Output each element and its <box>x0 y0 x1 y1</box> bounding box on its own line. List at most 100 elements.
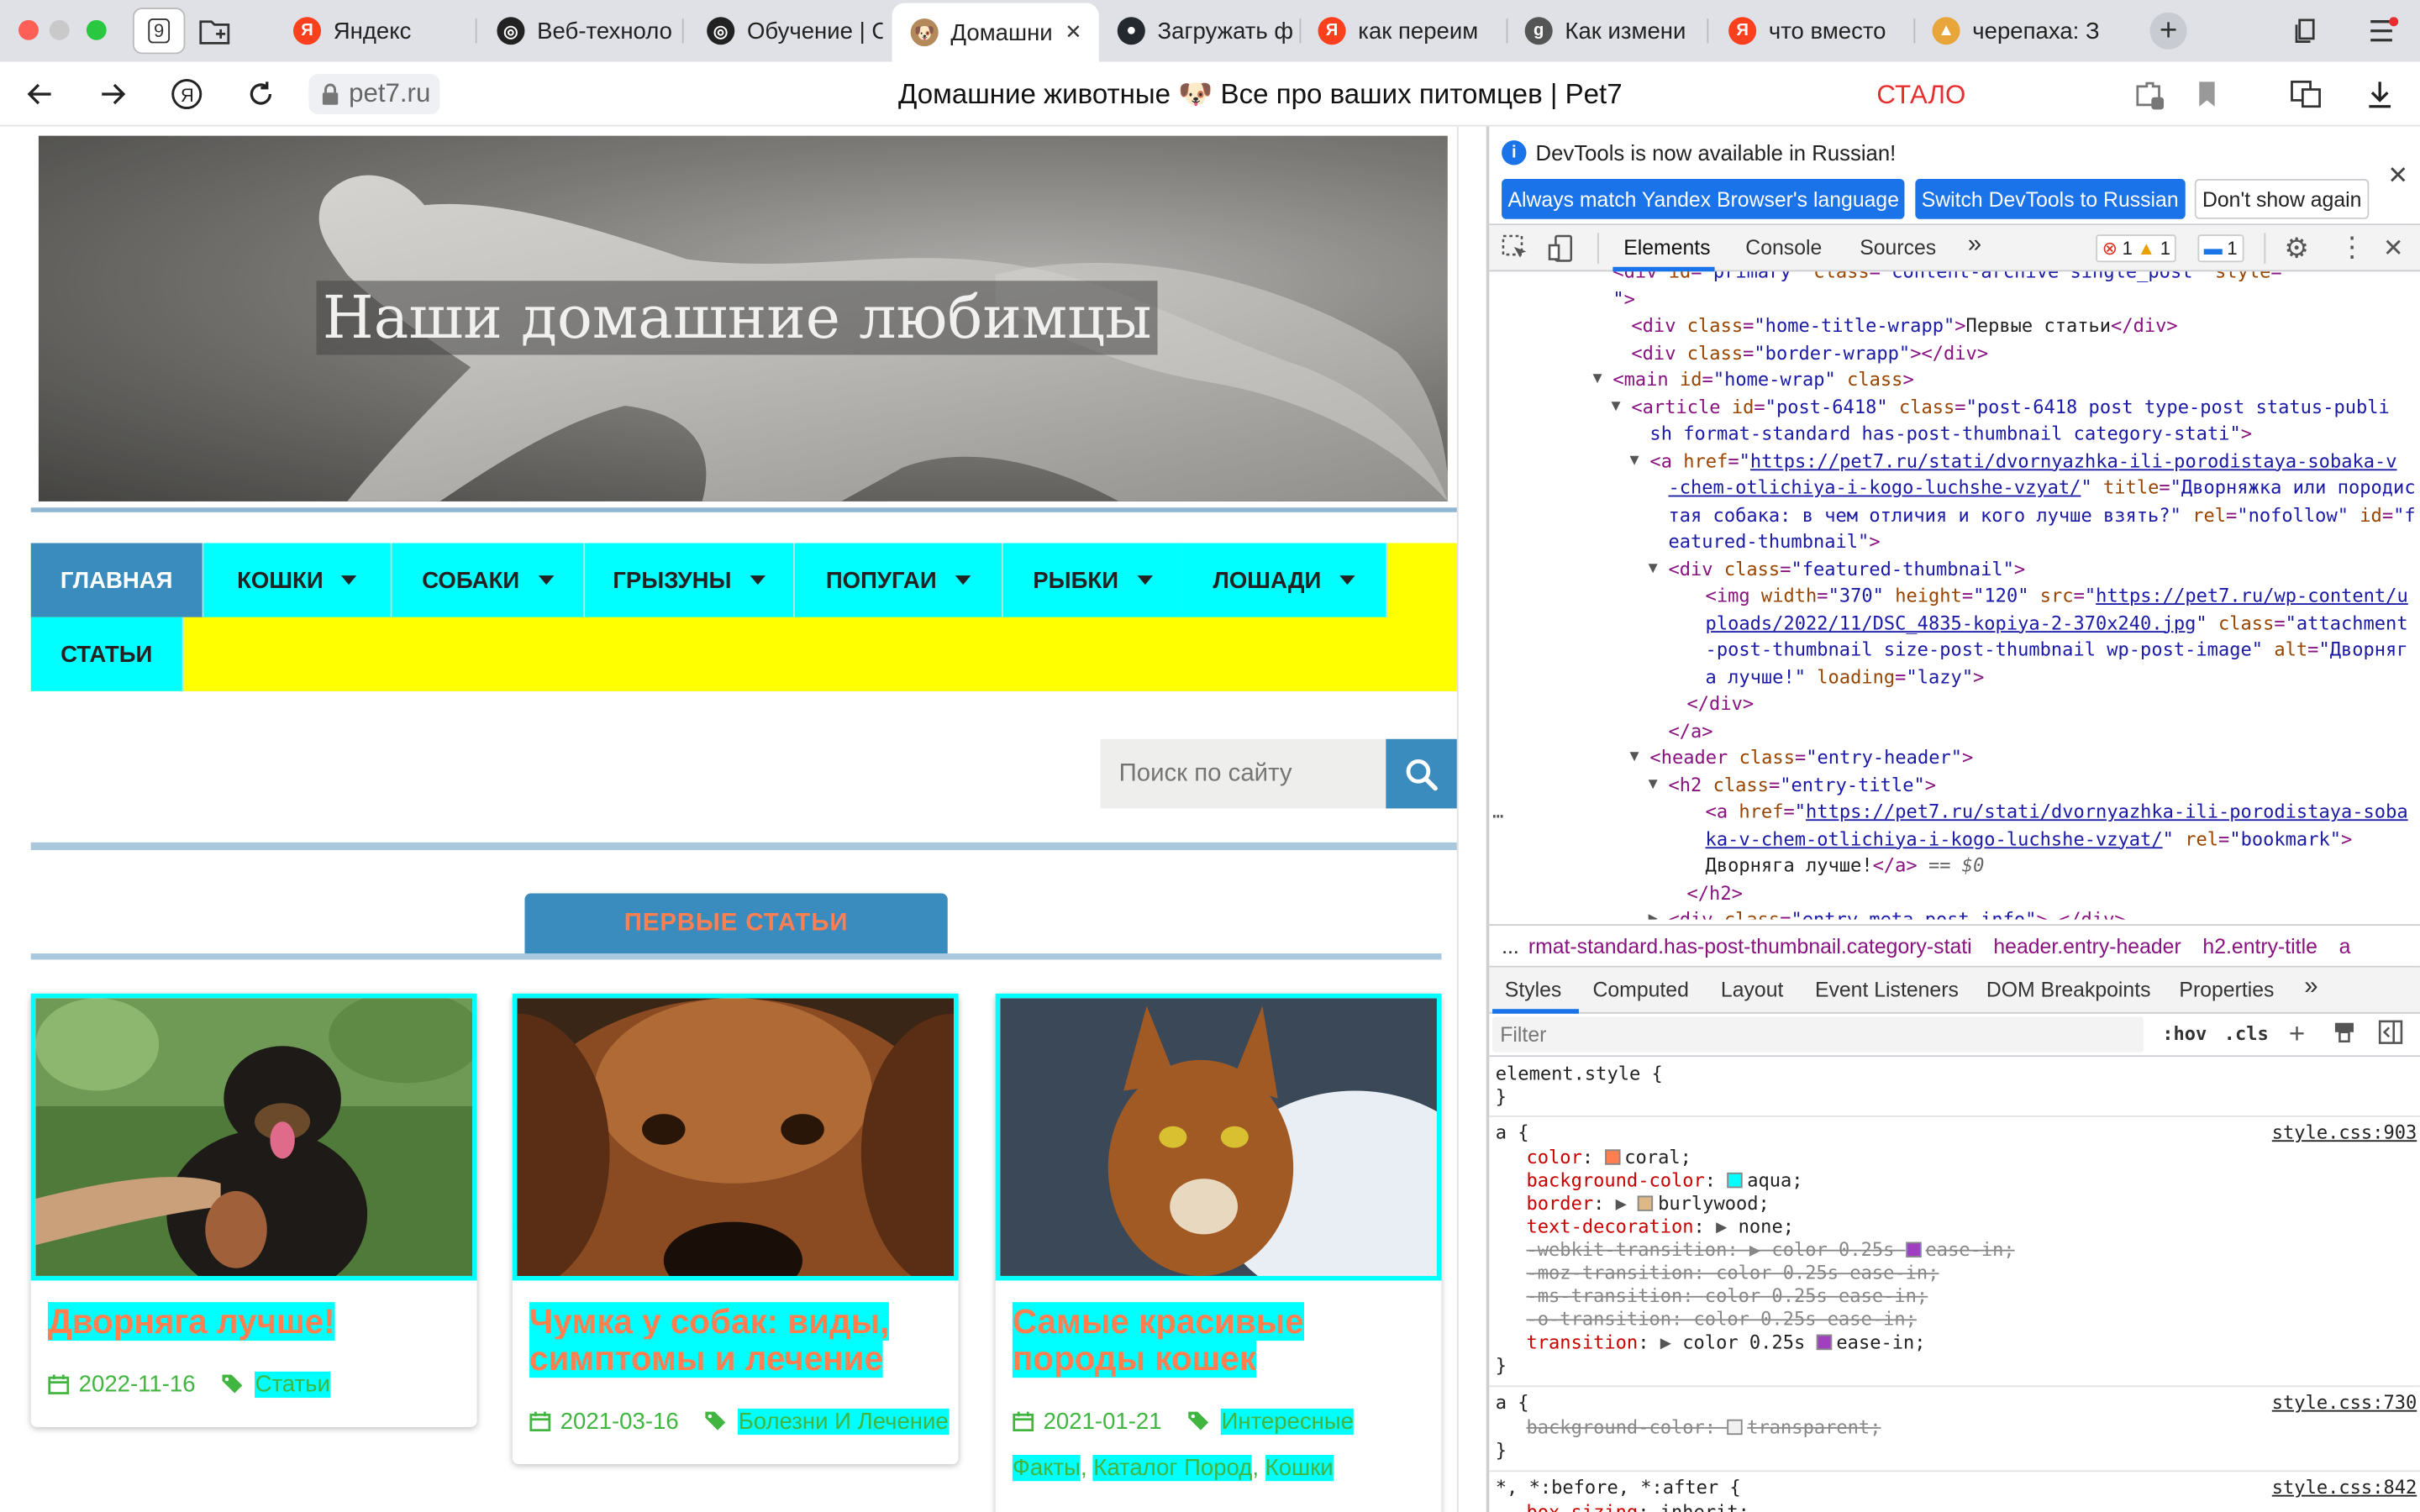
breadcrumb-header[interactable]: header.entry-header <box>1993 934 2181 958</box>
style-declaration[interactable]: box-sizing: inherit; <box>1526 1501 1749 1512</box>
hov-toggle[interactable]: :hov <box>2162 1023 2207 1045</box>
style-declaration[interactable]: background-color: transparent; <box>1526 1416 1881 1440</box>
extensions-icon[interactable] <box>2130 76 2167 113</box>
expand-toggle-icon[interactable]: ▼ <box>1649 556 1658 582</box>
more-subtabs-icon[interactable]: » <box>2304 974 2317 1001</box>
zoom-window-button[interactable] <box>86 19 107 40</box>
translate-icon[interactable] <box>2287 76 2324 113</box>
menu-item[interactable]: ГРЫЗУНЫ <box>585 543 795 617</box>
style-declaration[interactable]: -o-transition: color 0.25s ease-in; <box>1526 1309 1916 1332</box>
expand-toggle-icon[interactable]: ▼ <box>1592 367 1602 393</box>
tab-sources[interactable]: Sources <box>1860 236 1936 260</box>
browser-tab[interactable]: 🐶 Домашни ✕ <box>892 3 1099 62</box>
article-title[interactable]: Чумка у собак: виды, симптомы и лечение <box>529 1302 946 1378</box>
close-icon[interactable]: ✕ <box>2387 160 2408 192</box>
cls-toggle[interactable]: .cls <box>2224 1023 2269 1045</box>
style-declaration[interactable]: transition: ▶ color 0.25s ease-in; <box>1526 1331 1925 1355</box>
rule-source-link[interactable]: style.css:903 <box>2272 1121 2417 1145</box>
breadcrumb-more[interactable]: ... <box>1502 934 1519 958</box>
expand-toggle-icon[interactable]: ▼ <box>1630 745 1639 771</box>
search-button[interactable] <box>1386 738 1457 809</box>
subtab-styles[interactable]: Styles <box>1505 978 1562 1001</box>
tab-count-button[interactable]: 9 <box>132 8 186 55</box>
settings-gear-icon[interactable]: ⚙ <box>2284 233 2309 265</box>
article-tag[interactable]: Каталог Пород <box>1093 1455 1253 1482</box>
expand-toggle-icon[interactable]: ▶ <box>1649 907 1658 920</box>
reload-button[interactable] <box>241 74 281 114</box>
browser-tab[interactable]: ▲ черепаха: З <box>1914 6 2115 55</box>
article-tag[interactable]: Болезни И Лечение <box>738 1408 949 1435</box>
menu-item[interactable]: СОБАКИ <box>392 543 586 617</box>
close-devtools-icon[interactable]: ✕ <box>2383 233 2404 264</box>
browser-tab[interactable]: Якак переим <box>1300 6 1503 55</box>
tab-console[interactable]: Console <box>1745 236 1822 260</box>
menu-item[interactable]: ГЛАВНАЯ <box>30 543 204 617</box>
menu-item[interactable]: КОШКИ <box>203 543 392 617</box>
style-declaration[interactable]: border: ▶ burlywood; <box>1526 1193 1769 1216</box>
article-thumbnail-link[interactable] <box>995 993 1442 1281</box>
subtab-event-listeners[interactable]: Event Listeners <box>1815 978 1959 1001</box>
expand-toggle-icon[interactable]: ▼ <box>1612 394 1621 420</box>
browser-tab[interactable]: ◎ Обучение | С <box>688 6 883 55</box>
tab-elements[interactable]: Elements <box>1623 236 1710 260</box>
subtab-dom-breakpoints[interactable]: DOM Breakpoints <box>1986 978 2151 1001</box>
close-window-button[interactable] <box>18 19 39 40</box>
download-icon[interactable] <box>2361 76 2398 113</box>
forward-button[interactable] <box>92 74 133 114</box>
article-thumbnail-link[interactable] <box>512 993 959 1281</box>
bookmark-icon[interactable] <box>2188 76 2225 113</box>
menu-item[interactable]: ЛОШАДИ <box>1181 543 1388 617</box>
browser-tab[interactable]: ● Загружать ф <box>1099 6 1297 55</box>
expand-toggle-icon[interactable]: ▼ <box>1649 772 1658 798</box>
menu-item[interactable]: ПОПУГАИ <box>794 543 1003 617</box>
back-button[interactable] <box>20 74 60 114</box>
device-toolbar-icon[interactable] <box>1548 234 1576 270</box>
close-tab-icon[interactable]: ✕ <box>1065 20 1081 45</box>
sidebar-toggle-icon[interactable] <box>2378 1020 2403 1049</box>
minimize-window-button[interactable] <box>49 19 70 40</box>
breadcrumb-h2[interactable]: h2.entry-title <box>2202 934 2317 958</box>
browser-tab[interactable]: Ячто вместо <box>1710 6 1911 55</box>
node-actions-icon[interactable]: … <box>1492 799 1503 825</box>
menu-item[interactable]: РЫБКИ <box>1002 543 1184 617</box>
messages-badge[interactable]: ▬ 1 <box>2197 234 2244 263</box>
article-thumbnail-link[interactable] <box>30 993 477 1281</box>
url-field[interactable]: pet7.ru <box>308 74 440 114</box>
new-tab-group-icon[interactable] <box>192 8 238 54</box>
search-input[interactable] <box>1100 738 1386 809</box>
styles-filter-input[interactable] <box>1492 1016 2144 1053</box>
match-language-button[interactable]: Always match Yandex Browser's language <box>1502 179 1906 219</box>
article-tag[interactable]: Кошки <box>1265 1455 1334 1482</box>
style-declaration[interactable]: -webkit-transition: ▶ color 0.25s ease-i… <box>1526 1239 2014 1263</box>
issues-badge[interactable]: ⊗ 1 ▲ 1 <box>2096 234 2177 263</box>
more-tabs-icon[interactable]: » <box>1968 232 1981 260</box>
subtab-layout[interactable]: Layout <box>1721 978 1783 1001</box>
menu-icon[interactable] <box>2365 8 2402 54</box>
expand-toggle-icon[interactable]: ▼ <box>1630 449 1639 475</box>
browser-tab[interactable]: Я Яндекс <box>275 6 472 55</box>
subtab-computed[interactable]: Computed <box>1592 978 1688 1001</box>
new-rule-icon[interactable]: + <box>2289 1018 2305 1051</box>
breadcrumb-a[interactable]: a <box>2339 934 2351 958</box>
article-title[interactable]: Самые красивые породы кошек <box>1012 1302 1429 1378</box>
color-palette-icon[interactable] <box>2332 1020 2356 1049</box>
subtab-properties[interactable]: Properties <box>2179 978 2274 1001</box>
article-tag[interactable]: Статьи <box>255 1371 330 1399</box>
new-tab-button[interactable]: + <box>2149 12 2187 50</box>
style-declaration[interactable]: background-color: aqua; <box>1526 1169 1802 1193</box>
style-declaration[interactable]: -ms-transition: color 0.25s ease-in; <box>1526 1285 1928 1309</box>
style-declaration[interactable]: -moz-transition: color 0.25s ease-in; <box>1526 1262 1939 1285</box>
menu-item[interactable]: СТАТЬИ <box>30 617 184 691</box>
breadcrumb-article[interactable]: rmat-standard.has-post-thumbnail.categor… <box>1528 934 1972 958</box>
browser-tab[interactable]: g Как измени <box>1507 6 1704 55</box>
style-declaration[interactable]: text-decoration: ▶ none; <box>1526 1215 1793 1239</box>
article-title[interactable]: Дворняга лучше! <box>47 1302 465 1341</box>
inspect-icon[interactable] <box>1502 234 1529 270</box>
more-options-icon[interactable]: ⋮ <box>2338 232 2366 265</box>
yandex-button[interactable]: Я <box>166 74 207 114</box>
style-declaration[interactable]: color: coral; <box>1526 1147 1691 1170</box>
rule-source-link[interactable]: style.css:730 <box>2272 1392 2417 1415</box>
switch-to-russian-button[interactable]: Switch DevTools to Russian <box>1915 179 2185 219</box>
collections-icon[interactable] <box>2287 8 2324 54</box>
browser-tab[interactable]: ◎ Веб-техноло <box>478 6 679 55</box>
